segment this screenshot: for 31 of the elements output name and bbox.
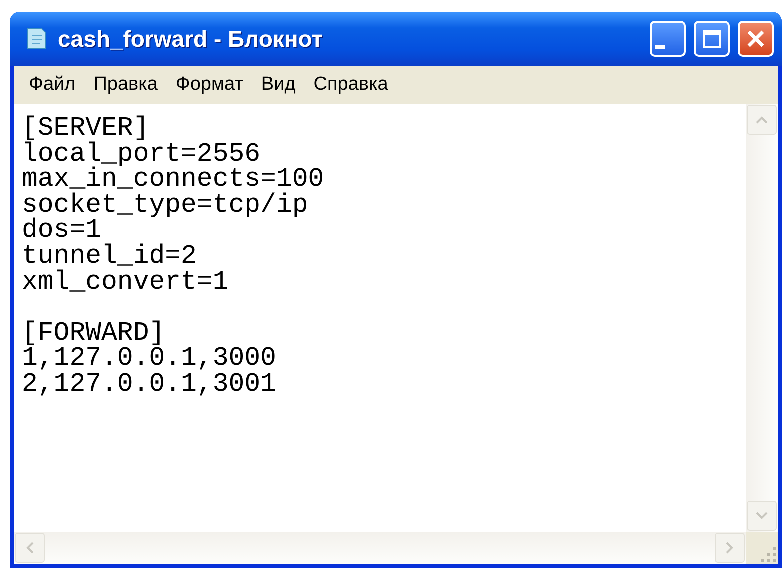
- menu-item[interactable]: Вид: [252, 68, 305, 102]
- minimize-button[interactable]: [650, 21, 686, 57]
- menu-item[interactable]: Правка: [84, 68, 167, 102]
- text-line: socket_type=tcp/ip: [22, 192, 310, 218]
- scroll-up-button[interactable]: [747, 105, 777, 135]
- menu-item[interactable]: Справка: [304, 68, 398, 102]
- minimize-icon: [655, 44, 665, 49]
- maximize-button[interactable]: [694, 21, 730, 57]
- scroll-down-button[interactable]: [747, 501, 777, 531]
- text-line: [SERVER]: [22, 116, 150, 142]
- text-line: max_in_connects=100: [22, 167, 326, 193]
- text-line: xml_convert=1: [22, 270, 230, 296]
- close-button[interactable]: [738, 21, 774, 57]
- chevron-up-icon: [755, 115, 769, 125]
- scroll-right-button[interactable]: [715, 533, 745, 563]
- vertical-scrollbar[interactable]: [746, 104, 778, 532]
- text-line: local_port=2556: [22, 142, 261, 168]
- chevron-left-icon: [25, 541, 35, 555]
- text-line: 1,127.0.0.1,3000: [22, 346, 278, 372]
- text-line: [FORWARD]: [22, 320, 166, 346]
- window-title: cash_forward - Блокнот: [58, 24, 324, 54]
- menu-item[interactable]: Файл: [20, 68, 85, 102]
- scroll-left-button[interactable]: [15, 533, 45, 563]
- text-line: dos=1: [22, 218, 102, 244]
- text-line: 2,127.0.0.1,3001: [22, 372, 278, 398]
- resize-grip-icon[interactable]: [758, 544, 778, 564]
- chevron-down-icon: [755, 511, 769, 521]
- horizontal-scrollbar[interactable]: [14, 532, 746, 564]
- text-line: tunnel_id=2: [22, 244, 197, 270]
- menu-item[interactable]: Формат: [166, 68, 252, 102]
- chevron-right-icon: [725, 541, 735, 555]
